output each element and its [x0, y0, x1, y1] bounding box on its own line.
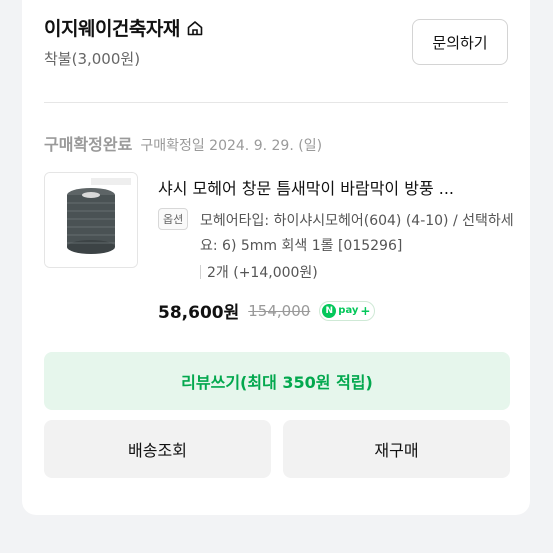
- option-badge: 옵션: [158, 208, 189, 230]
- track-delivery-button[interactable]: 배송조회: [44, 420, 271, 478]
- option-text: 모헤어타입: 하이샤시모헤어(604) (4-10) / 선택하세요: 6) 5…: [200, 213, 514, 254]
- product-title[interactable]: 샤시 모헤어 창문 틈새막이 바람막이 방풍 ...: [158, 175, 518, 199]
- original-price: 154,000: [248, 301, 311, 320]
- order-status: 구매확정완료: [44, 135, 133, 154]
- store-name[interactable]: 이지웨이건축자재: [44, 14, 180, 41]
- plus-icon: +: [360, 303, 371, 318]
- reorder-button[interactable]: 재구매: [283, 420, 510, 478]
- confirm-date: 구매확정일 2024. 9. 29. (일): [140, 138, 323, 154]
- shipping-fee: 착불(3,000원): [44, 50, 141, 68]
- inquiry-button[interactable]: 문의하기: [412, 19, 508, 65]
- store-header[interactable]: 이지웨이건축자재: [44, 14, 204, 41]
- npay-badge: N pay +: [319, 300, 376, 321]
- divider: [44, 102, 508, 103]
- write-review-button[interactable]: 리뷰쓰기(최대 350원 적립): [44, 352, 510, 410]
- quantity-text: 2개 (+14,000원): [207, 265, 318, 281]
- quantity-separator: [200, 265, 201, 279]
- product-thumbnail[interactable]: [44, 172, 138, 268]
- price-line: 58,600원 154,000 N pay +: [158, 298, 376, 323]
- order-card: 이지웨이건축자재 착불(3,000원) 문의하기 구매확정완료 구매확정일 20…: [22, 0, 530, 515]
- home-icon[interactable]: [186, 19, 204, 37]
- price: 58,600원: [158, 303, 240, 323]
- quantity-line: 2개 (+14,000원): [200, 262, 318, 282]
- order-status-line: 구매확정완료 구매확정일 2024. 9. 29. (일): [44, 131, 322, 155]
- npay-label: pay: [338, 305, 359, 316]
- naver-n-icon: N: [322, 303, 337, 318]
